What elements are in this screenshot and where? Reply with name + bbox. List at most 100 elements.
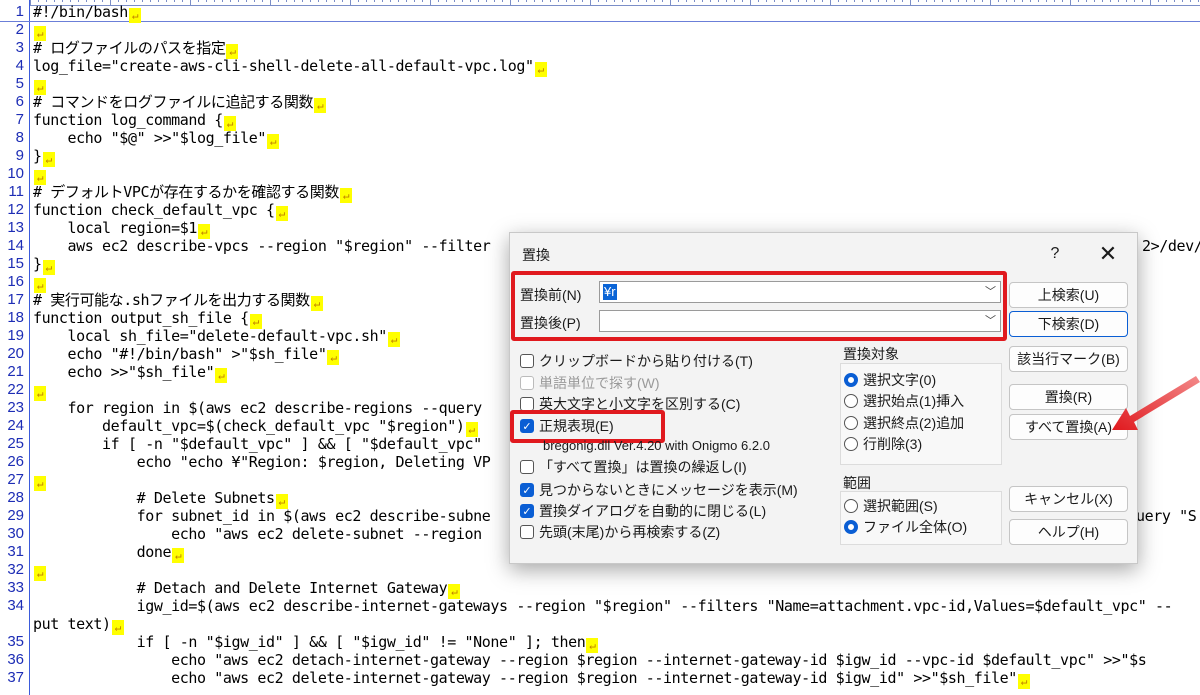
- line-number: 5: [15, 75, 24, 92]
- option-repeat[interactable]: 「すべて置換」は置換の繰返し(I): [520, 457, 747, 477]
- line-text: # デフォルトVPCが存在するかを確認する関数 ↵: [33, 183, 352, 203]
- range-whole-file[interactable]: ファイル全体(O): [844, 517, 967, 537]
- line-text: echo >>"$sh_file" ↵: [33, 363, 228, 383]
- line-text: local region=$1 ↵: [33, 219, 210, 239]
- line-text: echo "aws ec2 delete-subnet --region: [33, 525, 482, 543]
- line-number: 28: [7, 489, 24, 506]
- mark-lines-button[interactable]: 該当行マーク(B): [1009, 346, 1128, 372]
- search-down-button[interactable]: 下検索(D): [1009, 311, 1128, 337]
- code-line[interactable]: 36 echo "aws ec2 detach-internet-gateway…: [0, 651, 1200, 669]
- line-number: 34: [7, 597, 24, 614]
- option-notfound-message[interactable]: ✓ 見つからないときにメッセージを表示(M): [520, 480, 798, 500]
- code-line[interactable]: 3 # ログファイルのパスを指定 ↵: [0, 39, 1200, 59]
- code-line[interactable]: 37 echo "aws ec2 delete-internet-gateway…: [0, 669, 1200, 689]
- line-text: # コマンドをログファイルに追記する関数 ↵: [33, 93, 327, 113]
- line-text: done ↵: [33, 543, 185, 563]
- line-text: default_vpc=$(check_default_vpc "$region…: [33, 417, 478, 437]
- line-text: # 実行可能な.shファイルを出力する関数 ↵: [33, 291, 323, 311]
- line-text: if [ -n "$igw_id" ] && [ "$igw_id" != "N…: [33, 633, 599, 653]
- line-text: ↵: [33, 75, 46, 95]
- option-autoclose[interactable]: ✓ 置換ダイアログを自動的に閉じる(L): [520, 501, 766, 521]
- code-line[interactable]: 12 function check_default_vpc {↵: [0, 201, 1200, 221]
- line-number: 26: [7, 453, 24, 470]
- line-number: 9: [15, 147, 24, 164]
- line-number: 21: [7, 363, 24, 380]
- code-line[interactable]: 9} ↵: [0, 147, 1200, 167]
- line-number: 8: [15, 129, 24, 146]
- code-line[interactable]: 33 # Detach and Delete Internet Gateway ↵: [0, 579, 1200, 599]
- line-text: echo "$@" >>"$log_file" ↵: [33, 129, 280, 149]
- range-group-title: 範囲: [843, 475, 871, 491]
- range-selection[interactable]: 選択範囲(S): [844, 496, 938, 516]
- line-text: function check_default_vpc {↵: [33, 201, 288, 221]
- line-text: igw_id=$(aws ec2 describe-internet-gatew…: [33, 597, 1173, 615]
- line-number: 4: [15, 57, 24, 74]
- code-line[interactable]: 8 echo "$@" >>"$log_file" ↵: [0, 129, 1200, 149]
- line-text: echo "#!/bin/bash" >"$sh_file" ↵: [33, 345, 340, 365]
- code-line[interactable]: 2 ↵: [0, 21, 1200, 41]
- line-text: #!/bin/bash ↵: [33, 3, 141, 23]
- arrow-pointer-icon: [1112, 376, 1200, 430]
- line-text: log_file="create-aws-cli-shell-delete-al…: [33, 57, 547, 77]
- line-text: ↵: [33, 471, 46, 491]
- search-up-button[interactable]: 上検索(U): [1009, 282, 1128, 308]
- checkbox-icon: [520, 354, 534, 368]
- checkbox-icon: [520, 460, 534, 474]
- checkmark-icon: ✓: [520, 504, 534, 518]
- code-line[interactable]: 35 if [ -n "$igw_id" ] && [ "$igw_id" !=…: [0, 633, 1200, 653]
- line-text: ↵: [33, 381, 46, 401]
- radio-icon: [844, 499, 858, 513]
- target-selected-text[interactable]: 選択文字(0): [844, 370, 936, 390]
- target-delete-line[interactable]: 行削除(3): [844, 434, 922, 454]
- line-number: 1: [15, 3, 24, 20]
- option-word: 単語単位で探す(W): [520, 373, 660, 393]
- line-text: echo "echo ¥"Region: $region, Deleting V…: [33, 453, 491, 471]
- close-icon[interactable]: ✕: [1091, 241, 1125, 267]
- dialog-title: 置換: [522, 247, 550, 263]
- help-icon[interactable]: ?: [1040, 241, 1070, 267]
- radio-icon: [844, 437, 858, 451]
- code-line[interactable]: 7 function log_command {↵: [0, 111, 1200, 131]
- radio-icon: [844, 394, 858, 408]
- code-line[interactable]: 5 ↵: [0, 75, 1200, 95]
- line-text: } ↵: [33, 255, 55, 275]
- line-number: 14: [7, 237, 24, 254]
- line-number: 23: [7, 399, 24, 416]
- code-line[interactable]: 4 log_file="create-aws-cli-shell-delete-a…: [0, 57, 1200, 77]
- line-number: 27: [7, 471, 24, 488]
- line-text: # ログファイルのパスを指定 ↵: [33, 39, 239, 59]
- checkmark-icon: ✓: [520, 483, 534, 497]
- target-append-end[interactable]: 選択終点(2)追加: [844, 413, 964, 433]
- code-line[interactable]: 6 # コマンドをログファイルに追記する関数 ↵: [0, 93, 1200, 113]
- line-text: function log_command {↵: [33, 111, 236, 131]
- code-line[interactable]: put text) ↵: [0, 615, 1200, 635]
- cancel-button[interactable]: キャンセル(X): [1009, 486, 1128, 512]
- regex-library-note: bregonig.dll Ver.4.20 with Onigmo 6.2.0: [543, 438, 770, 453]
- line-number: 24: [7, 417, 24, 434]
- option-clipboard[interactable]: クリップボードから貼り付ける(T): [520, 351, 753, 371]
- line-text: # Detach and Delete Internet Gateway ↵: [33, 579, 461, 599]
- code-line[interactable]: 10 ↵: [0, 165, 1200, 185]
- line-number: 33: [7, 579, 24, 596]
- line-number: 17: [7, 291, 24, 308]
- checkbox-icon: [520, 397, 534, 411]
- code-line[interactable]: 11 # デフォルトVPCが存在するかを確認する関数 ↵: [0, 183, 1200, 203]
- line-number: 29: [7, 507, 24, 524]
- line-number: 6: [15, 93, 24, 110]
- code-line[interactable]: 34 igw_id=$(aws ec2 describe-internet-ga…: [0, 597, 1200, 615]
- code-line[interactable]: 1 #!/bin/bash ↵: [0, 3, 1200, 23]
- line-number: 37: [7, 669, 24, 686]
- help-button[interactable]: ヘルプ(H): [1009, 519, 1128, 545]
- line-number: 22: [7, 381, 24, 398]
- radio-icon: [844, 416, 858, 430]
- line-number: 7: [15, 111, 24, 128]
- option-research[interactable]: 先頭(末尾)から再検索する(Z): [520, 522, 720, 542]
- line-text: function output_sh_file {↵: [33, 309, 262, 329]
- line-number: 31: [7, 543, 24, 560]
- line-number: 19: [7, 327, 24, 344]
- target-insert-start[interactable]: 選択始点(1)挿入: [844, 391, 964, 411]
- highlight-box-inputs: [511, 271, 1007, 341]
- checkbox-icon: [520, 525, 534, 539]
- line-text-tail: 2>/dev/: [1142, 237, 1200, 255]
- line-number: 20: [7, 345, 24, 362]
